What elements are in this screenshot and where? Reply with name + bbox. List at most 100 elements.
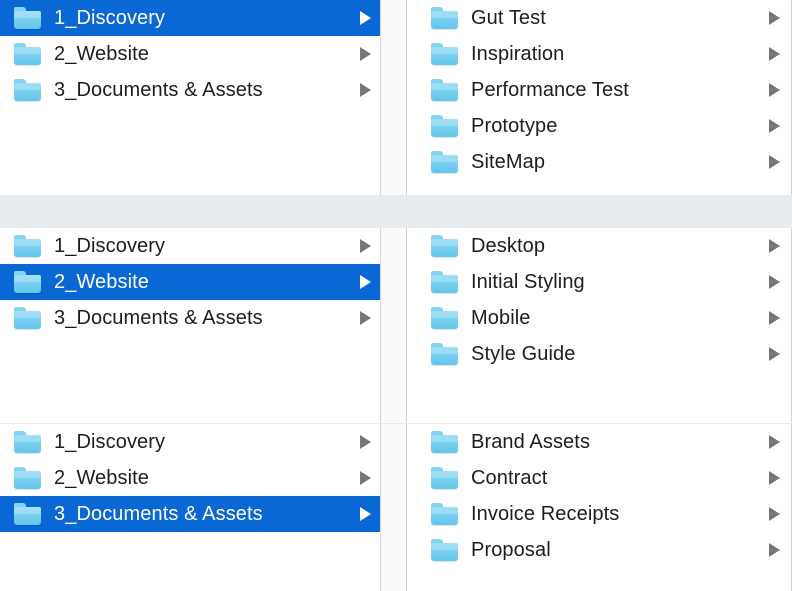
disclosure-triangle-icon[interactable] [360, 11, 371, 25]
folder-row[interactable]: Gut Test [407, 0, 791, 36]
disclosure-triangle-icon[interactable] [769, 47, 780, 61]
disclosure-triangle-icon[interactable] [769, 347, 780, 361]
folder-row[interactable]: 3_Documents & Assets [0, 496, 380, 532]
disclosure-triangle-icon[interactable] [769, 311, 780, 325]
disclosure-triangle-icon[interactable] [769, 155, 780, 169]
disclosure-triangle-icon[interactable] [360, 83, 371, 97]
child-column-list-2: Desktop Initial Styling Mobile Style Guide [407, 228, 791, 372]
folder-row[interactable]: 3_Documents & Assets [0, 72, 380, 108]
child-column-list-3: Brand Assets Contract Invoice Receipts Prop… [407, 424, 791, 568]
folder-row[interactable]: 3_Documents & Assets [0, 300, 380, 336]
folder-row[interactable]: Performance Test [407, 72, 791, 108]
disclosure-triangle-icon[interactable] [769, 239, 780, 253]
disclosure-triangle-icon[interactable] [769, 275, 780, 289]
folder-name-label: 2_Website [54, 43, 150, 65]
folder-row[interactable]: Initial Styling [407, 264, 791, 300]
column-browser-section-1: 1_Discovery 2_Website 3_Documents & Assets… [0, 0, 792, 195]
column-gutter-3 [381, 424, 407, 591]
root-column-pane-3: 1_Discovery 2_Website 3_Documents & Assets [0, 424, 381, 591]
folder-icon [431, 271, 459, 293]
folder-icon [14, 467, 42, 489]
folder-row[interactable]: 2_Website [0, 460, 380, 496]
column-browser-section-2: 1_Discovery 2_Website 3_Documents & Assets… [0, 228, 792, 423]
child-column-pane-3: Brand Assets Contract Invoice Receipts Prop… [407, 424, 792, 591]
folder-name-label: 2_Website [54, 467, 150, 489]
folder-icon [14, 307, 42, 329]
folder-icon [431, 235, 459, 257]
folder-name-label: Proposal [471, 539, 551, 561]
folder-icon [431, 307, 459, 329]
disclosure-triangle-icon[interactable] [769, 119, 780, 133]
disclosure-triangle-icon[interactable] [360, 507, 371, 521]
folder-row[interactable]: 2_Website [0, 264, 380, 300]
root-column-pane-2: 1_Discovery 2_Website 3_Documents & Assets [0, 228, 381, 423]
folder-name-label: Contract [471, 467, 548, 489]
column-gutter-1 [381, 0, 407, 195]
disclosure-triangle-icon[interactable] [360, 47, 371, 61]
folder-row[interactable]: Invoice Receipts [407, 496, 791, 532]
folder-name-label: Invoice Receipts [471, 503, 620, 525]
folder-icon [14, 503, 42, 525]
folder-name-label: 1_Discovery [54, 431, 166, 453]
column-view-screenshot: 1_Discovery 2_Website 3_Documents & Assets… [0, 0, 792, 591]
folder-icon [431, 43, 459, 65]
folder-row[interactable]: Prototype [407, 108, 791, 144]
folder-name-label: 2_Website [54, 271, 150, 293]
folder-icon [431, 7, 459, 29]
disclosure-triangle-icon[interactable] [769, 507, 780, 521]
folder-row[interactable]: Mobile [407, 300, 791, 336]
folder-name-label: Inspiration [471, 43, 565, 65]
root-column-list-1: 1_Discovery 2_Website 3_Documents & Assets [0, 0, 380, 108]
folder-row[interactable]: Desktop [407, 228, 791, 264]
disclosure-triangle-icon[interactable] [360, 471, 371, 485]
disclosure-triangle-icon[interactable] [360, 311, 371, 325]
folder-name-label: Desktop [471, 235, 546, 257]
folder-row[interactable]: Brand Assets [407, 424, 791, 460]
folder-row[interactable]: Inspiration [407, 36, 791, 72]
child-column-list-1: Gut Test Inspiration Performance Test Proto… [407, 0, 791, 180]
folder-row[interactable]: 1_Discovery [0, 228, 380, 264]
folder-icon [431, 539, 459, 561]
folder-icon [14, 79, 42, 101]
disclosure-triangle-icon[interactable] [769, 83, 780, 97]
folder-name-label: SiteMap [471, 151, 546, 173]
section-separator-band-1 [0, 195, 792, 228]
disclosure-triangle-icon[interactable] [769, 11, 780, 25]
folder-row[interactable]: Style Guide [407, 336, 791, 372]
folder-row[interactable]: 1_Discovery [0, 0, 380, 36]
folder-icon [14, 271, 42, 293]
folder-row[interactable]: SiteMap [407, 144, 791, 180]
folder-row[interactable]: Contract [407, 460, 791, 496]
root-column-list-3: 1_Discovery 2_Website 3_Documents & Assets [0, 424, 380, 532]
disclosure-triangle-icon[interactable] [769, 471, 780, 485]
folder-name-label: Brand Assets [471, 431, 591, 453]
folder-icon [431, 467, 459, 489]
folder-icon [431, 431, 459, 453]
folder-icon [431, 151, 459, 173]
root-column-list-2: 1_Discovery 2_Website 3_Documents & Assets [0, 228, 380, 336]
folder-name-label: Style Guide [471, 343, 576, 365]
disclosure-triangle-icon[interactable] [360, 275, 371, 289]
disclosure-triangle-icon[interactable] [360, 435, 371, 449]
child-column-pane-2: Desktop Initial Styling Mobile Style Guide [407, 228, 792, 423]
folder-name-label: Prototype [471, 115, 558, 137]
root-column-pane-1: 1_Discovery 2_Website 3_Documents & Assets [0, 0, 381, 195]
folder-icon [431, 115, 459, 137]
folder-name-label: 3_Documents & Assets [54, 503, 263, 525]
folder-name-label: 1_Discovery [54, 235, 166, 257]
folder-name-label: 3_Documents & Assets [54, 307, 263, 329]
column-gutter-2 [381, 228, 407, 423]
disclosure-triangle-icon[interactable] [769, 435, 780, 449]
disclosure-triangle-icon[interactable] [360, 239, 371, 253]
folder-icon [431, 79, 459, 101]
folder-name-label: Mobile [471, 307, 531, 329]
folder-name-label: 1_Discovery [54, 7, 166, 29]
folder-icon [431, 343, 459, 365]
folder-icon [14, 43, 42, 65]
folder-row[interactable]: Proposal [407, 532, 791, 568]
folder-name-label: Initial Styling [471, 271, 585, 293]
folder-row[interactable]: 2_Website [0, 36, 380, 72]
disclosure-triangle-icon[interactable] [769, 543, 780, 557]
folder-icon [14, 431, 42, 453]
folder-row[interactable]: 1_Discovery [0, 424, 380, 460]
